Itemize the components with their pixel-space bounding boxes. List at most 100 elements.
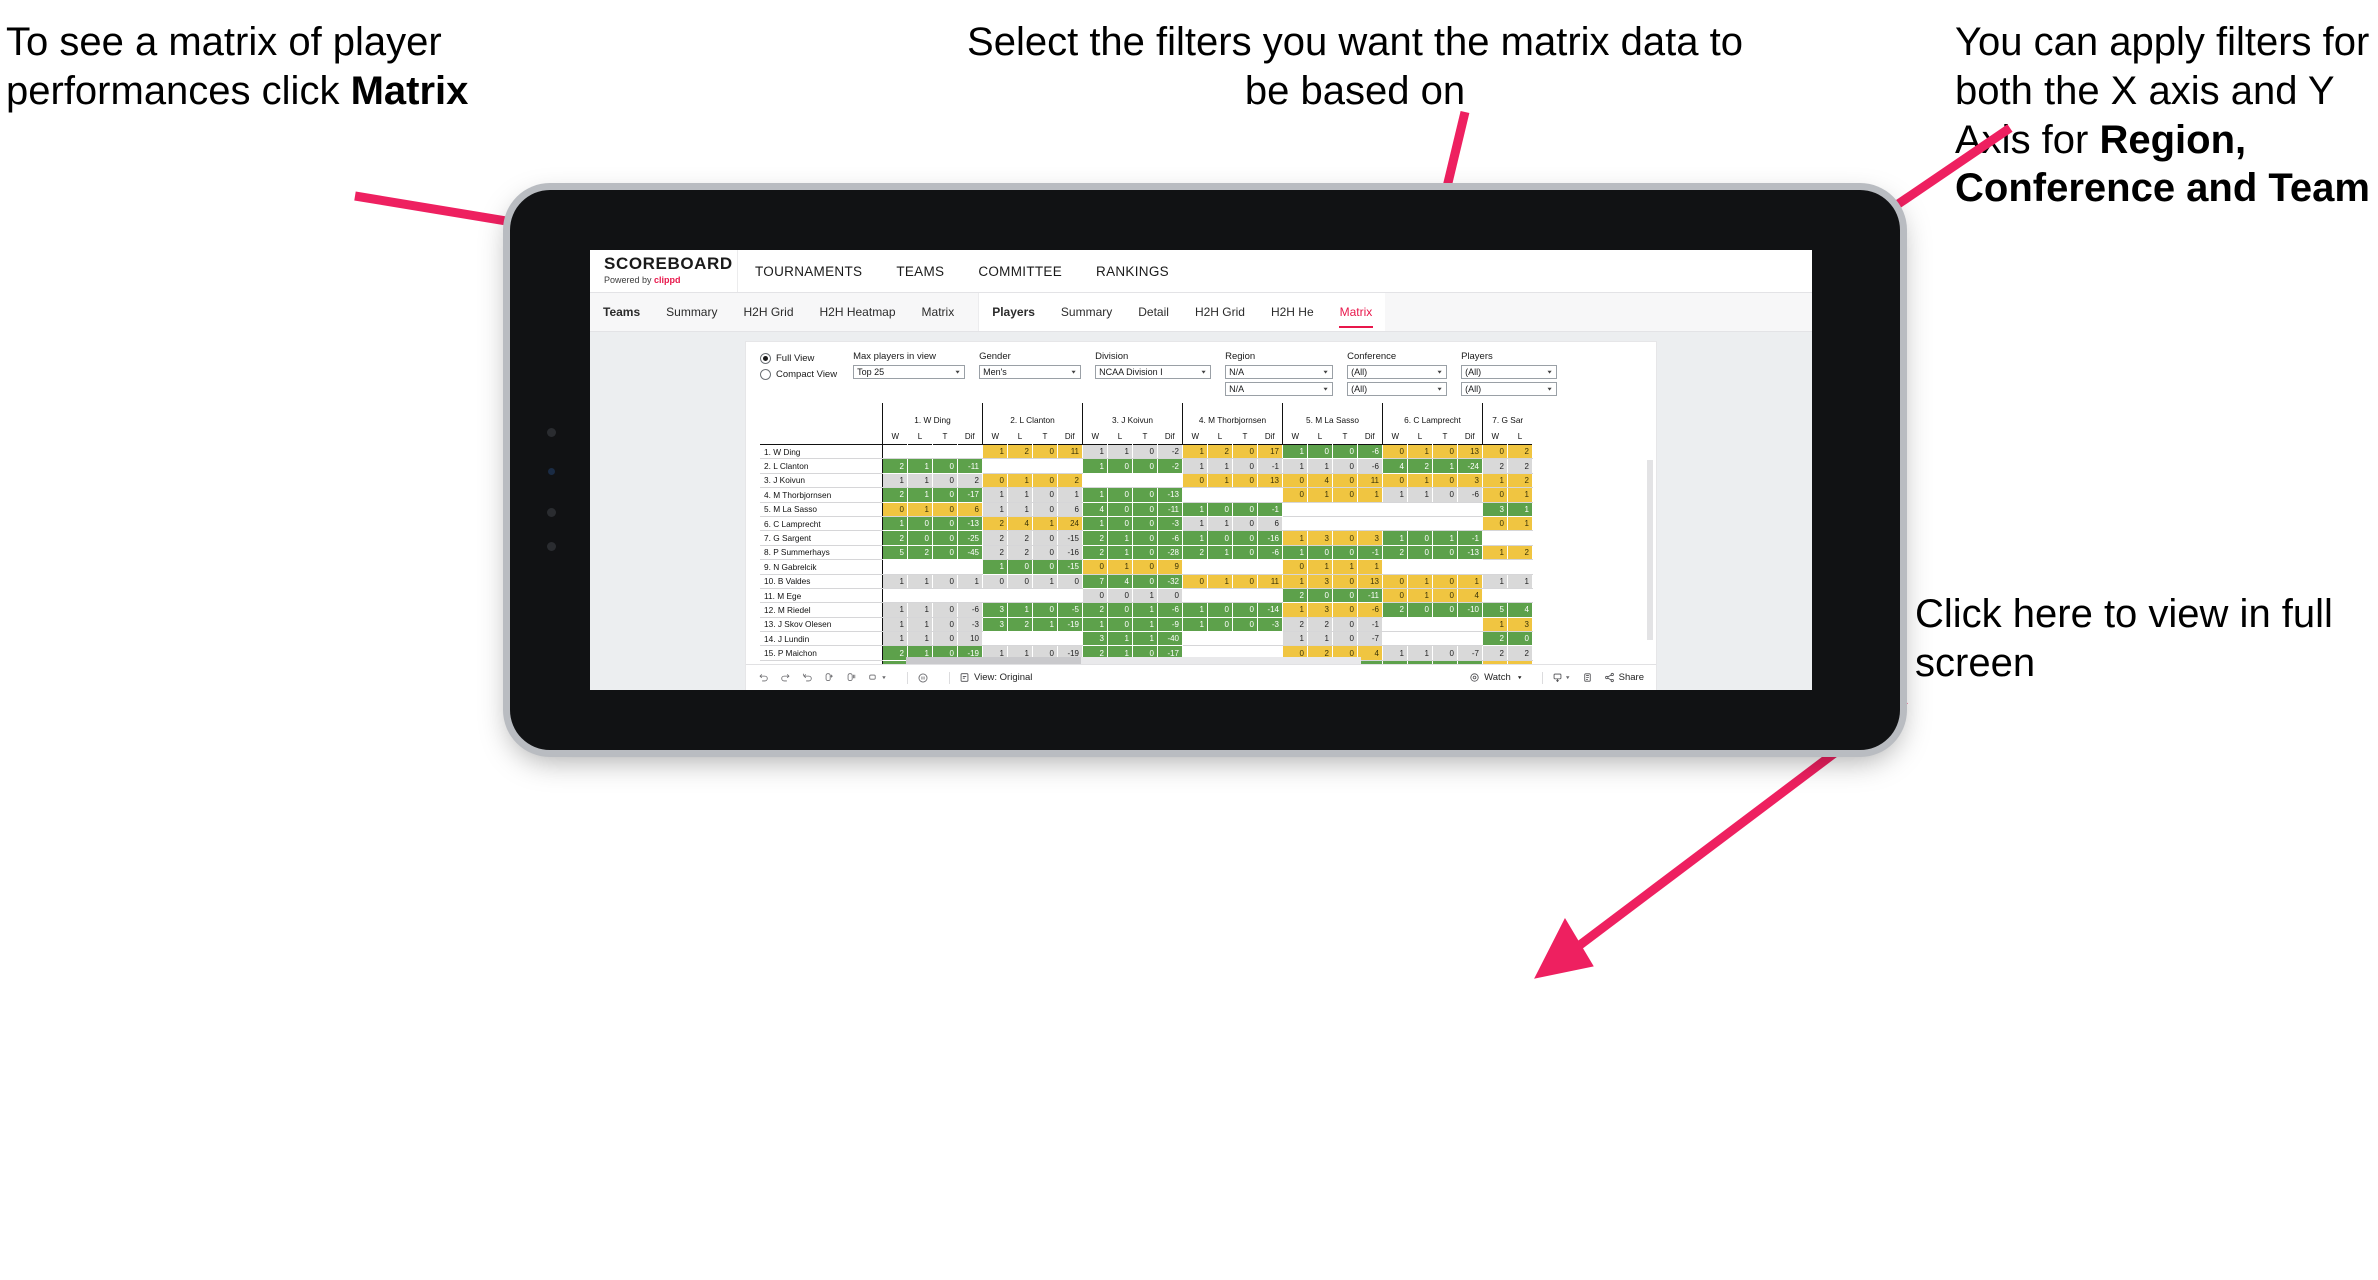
matrix-cell[interactable]: 0	[932, 602, 958, 618]
matrix-row[interactable]: 7. G Sargent 2 0 0 -25 2 2 0 -15 2 1 0 -6 1 0 0 -16 1 3 0 3 1…	[760, 530, 1533, 546]
filter-division-select[interactable]: NCAA Division I ▼	[1095, 365, 1212, 379]
matrix-cell[interactable]: 0	[1057, 573, 1083, 589]
matrix-cell[interactable]: 0	[1182, 472, 1208, 489]
vertical-scrollbar[interactable]	[1647, 460, 1653, 640]
matrix-cell[interactable]: 0	[1232, 616, 1258, 633]
matrix-cell[interactable]: 0	[1232, 515, 1258, 532]
matrix-cell[interactable]: 0	[1232, 530, 1258, 546]
matrix-cell[interactable]: 0	[932, 573, 958, 589]
matrix-cell[interactable]: 1	[1482, 573, 1508, 589]
matrix-cell[interactable]	[957, 559, 983, 575]
matrix-cell[interactable]: 1	[1407, 472, 1433, 489]
matrix-cell[interactable]: 1	[1382, 487, 1408, 503]
matrix-cell[interactable]: 1	[1032, 616, 1058, 633]
matrix-cell[interactable]: 0	[1207, 616, 1233, 633]
revert-icon[interactable]	[802, 672, 813, 683]
matrix-cell[interactable]: 4	[1357, 645, 1383, 661]
matrix-cell[interactable]: 1	[1082, 458, 1108, 474]
matrix-cell[interactable]: 1	[1107, 443, 1133, 460]
matrix-cell[interactable]	[1407, 501, 1433, 517]
matrix-cell[interactable]: 1	[907, 602, 933, 618]
matrix-cell[interactable]	[1332, 515, 1358, 532]
matrix-cell[interactable]: 0	[932, 631, 958, 647]
matrix-cell[interactable]: 1	[1482, 472, 1508, 489]
matrix-cell[interactable]	[1057, 587, 1083, 604]
matrix-cell[interactable]: -45	[957, 544, 983, 561]
tab-players-detail[interactable]: Detail	[1125, 294, 1182, 331]
matrix-cell[interactable]: 1	[1307, 559, 1333, 575]
filter-players-y-select[interactable]: (All) ▼	[1461, 382, 1558, 396]
matrix-cell[interactable]: 3	[1357, 530, 1383, 546]
matrix-cell[interactable]: 2	[957, 472, 983, 489]
matrix-cell[interactable]: 0	[1482, 487, 1508, 503]
horizontal-scrollbar-thumb[interactable]	[906, 657, 1081, 664]
matrix-cell[interactable]: 3	[1482, 501, 1508, 517]
watch-button[interactable]: Watch ▼	[1469, 672, 1523, 683]
undo-icon[interactable]	[758, 672, 769, 683]
matrix-cell[interactable]: -2	[1157, 443, 1183, 460]
matrix-cell[interactable]: -13	[1157, 487, 1183, 503]
matrix-cell[interactable]: -6	[1157, 530, 1183, 546]
matrix-cell[interactable]	[1257, 487, 1283, 503]
matrix-cell[interactable]: -9	[1157, 616, 1183, 633]
matrix-cell[interactable]: 2	[882, 645, 908, 661]
horizontal-scrollbar[interactable]	[906, 657, 1361, 664]
matrix-cell[interactable]	[1232, 631, 1258, 647]
matrix-cell[interactable]: 1	[1507, 515, 1533, 532]
matrix-cell[interactable]	[932, 587, 958, 604]
matrix-cell[interactable]: 10	[957, 631, 983, 647]
matrix-cell[interactable]: -16	[1057, 544, 1083, 561]
matrix-cell[interactable]: -25	[957, 530, 983, 546]
matrix-table-wrapper[interactable]: 1. W Ding 2. L Clanton 3. J Koivun 4. M Tho…	[746, 399, 1656, 690]
matrix-cell[interactable]: 0	[1232, 443, 1258, 460]
matrix-cell[interactable]: 2	[1507, 458, 1533, 474]
matrix-cell[interactable]: -6	[1457, 487, 1483, 503]
matrix-cell[interactable]: 1	[1407, 645, 1433, 661]
matrix-cell[interactable]: 4	[1107, 573, 1133, 589]
matrix-cell[interactable]	[1457, 501, 1483, 517]
matrix-column-header[interactable]: 2. L Clanton	[982, 403, 1083, 428]
matrix-cell[interactable]: 2	[882, 487, 908, 503]
matrix-cell[interactable]: 1	[907, 616, 933, 633]
matrix-cell[interactable]	[1257, 587, 1283, 604]
pause-refresh-icon[interactable]	[846, 672, 857, 683]
matrix-cell[interactable]: 2	[1382, 602, 1408, 618]
matrix-cell[interactable]	[1232, 559, 1258, 575]
matrix-cell[interactable]: 1	[1182, 501, 1208, 517]
matrix-cell[interactable]: 4	[1082, 501, 1108, 517]
matrix-cell[interactable]: 4	[1007, 515, 1033, 532]
matrix-cell[interactable]: 2	[1082, 544, 1108, 561]
matrix-cell[interactable]	[1457, 515, 1483, 532]
matrix-cell[interactable]: 0	[1107, 487, 1133, 503]
matrix-cell[interactable]: -10	[1457, 602, 1483, 618]
matrix-cell[interactable]: 0	[1132, 544, 1158, 561]
matrix-cell[interactable]: 0	[1107, 602, 1133, 618]
matrix-cell[interactable]: 0	[1482, 443, 1508, 460]
matrix-cell[interactable]: 0	[1082, 587, 1108, 604]
matrix-cell[interactable]: 1	[1082, 616, 1108, 633]
matrix-cell[interactable]: 1	[1107, 544, 1133, 561]
matrix-cell[interactable]: 1	[1407, 487, 1433, 503]
matrix-cell[interactable]	[1357, 501, 1383, 517]
matrix-row[interactable]: 5. M La Sasso 0 1 0 6 1 1 0 6 4 0 0 -11 1 0 0 -1 3 1	[760, 501, 1533, 517]
filter-conference-x-select[interactable]: (All) ▼	[1347, 365, 1448, 379]
matrix-cell[interactable]: 13	[1357, 573, 1383, 589]
matrix-cell[interactable]: 4	[1307, 472, 1333, 489]
matrix-cell[interactable]: 3	[1457, 472, 1483, 489]
matrix-cell[interactable]: 1	[1407, 587, 1433, 604]
matrix-cell[interactable]: -3	[957, 616, 983, 633]
matrix-cell[interactable]	[1307, 515, 1333, 532]
matrix-cell[interactable]: 2	[1307, 616, 1333, 633]
matrix-cell[interactable]: 1	[982, 443, 1008, 460]
matrix-cell[interactable]	[1482, 559, 1508, 575]
matrix-cell[interactable]	[932, 443, 958, 460]
matrix-row-label[interactable]: 14. J Lundin	[760, 631, 883, 647]
matrix-cell[interactable]: 1	[1007, 602, 1033, 618]
matrix-cell[interactable]: -13	[1457, 544, 1483, 561]
matrix-cell[interactable]: 13	[1457, 443, 1483, 460]
redo-icon[interactable]	[780, 672, 791, 683]
matrix-cell[interactable]: -19	[1057, 616, 1083, 633]
matrix-cell[interactable]: 2	[1282, 616, 1308, 633]
matrix-cell[interactable]: -1	[1457, 530, 1483, 546]
matrix-cell[interactable]	[1207, 559, 1233, 575]
